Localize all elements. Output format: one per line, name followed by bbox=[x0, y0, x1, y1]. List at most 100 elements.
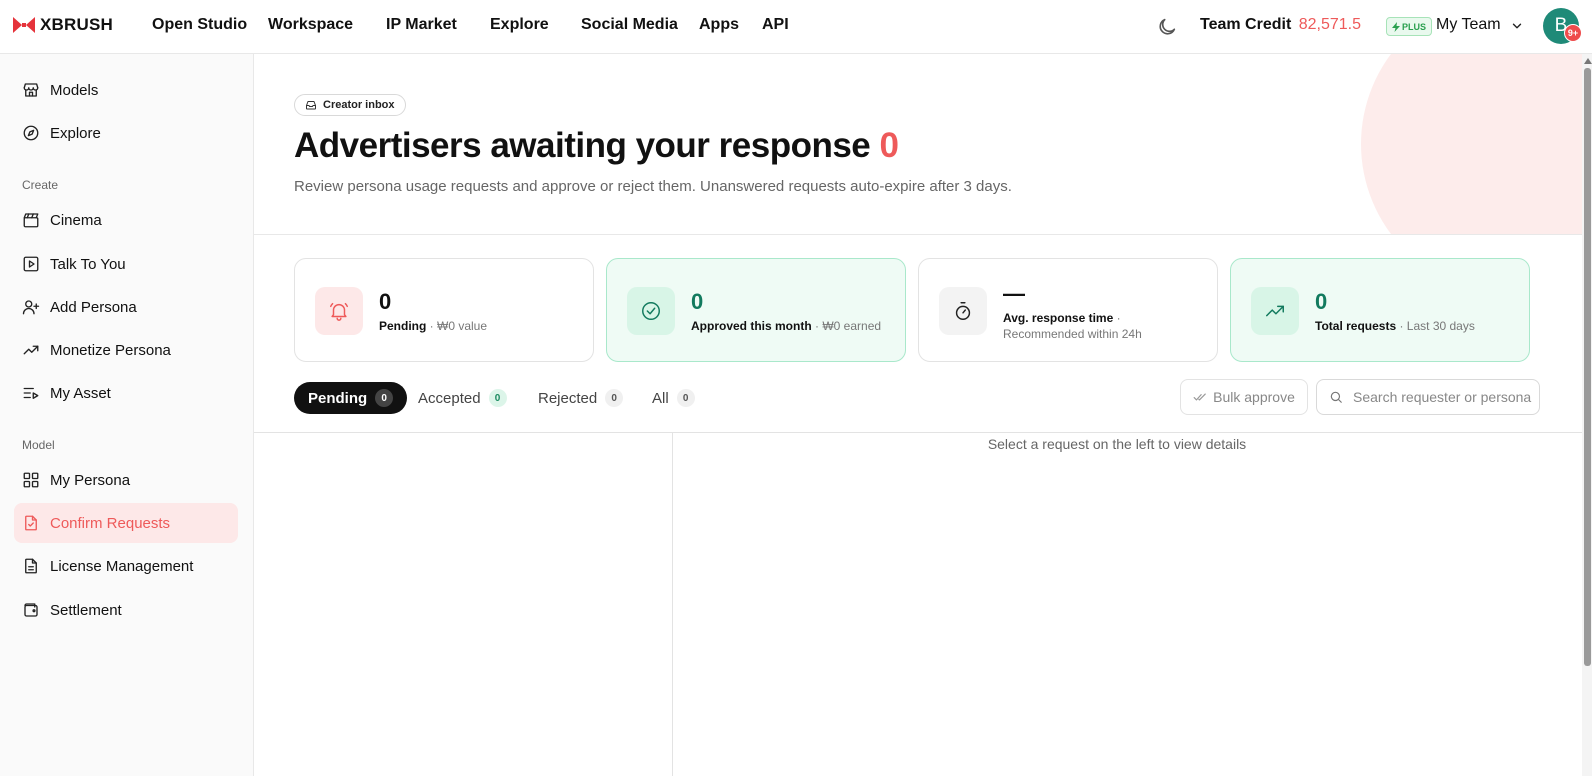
stat-card-response-time: — Avg. response time · Recommended withi… bbox=[918, 258, 1218, 362]
compass-icon bbox=[23, 125, 39, 141]
sidebar-item-settlement[interactable]: Settlement bbox=[14, 590, 238, 630]
stat-caption: Approved this month · ₩0 earned bbox=[691, 319, 881, 333]
sidebar-item-label: Settlement bbox=[50, 601, 122, 619]
decorative-circle bbox=[1361, 54, 1582, 234]
stat-icon-box bbox=[627, 287, 675, 335]
clapperboard-icon bbox=[23, 213, 39, 228]
stat-caption: Avg. response time · bbox=[1003, 311, 1121, 325]
nav-open-studio[interactable]: Open Studio bbox=[152, 16, 247, 34]
brand-logo[interactable]: XBRUSH bbox=[13, 15, 113, 35]
stat-icon-box bbox=[315, 287, 363, 335]
nav-social-media[interactable]: Social Media bbox=[581, 16, 678, 34]
sidebar-item-label: Monetize Persona bbox=[50, 341, 171, 359]
tab-count: 0 bbox=[375, 389, 394, 407]
inbox-icon bbox=[306, 101, 316, 110]
detail-empty-state: Select a request on the left to view det… bbox=[987, 436, 1247, 452]
moon-icon[interactable] bbox=[1156, 16, 1178, 38]
stat-detail: · ₩0 earned bbox=[811, 319, 882, 333]
stat-label: Total requests bbox=[1315, 319, 1397, 333]
tab-count: 0 bbox=[676, 389, 695, 407]
creator-inbox-label: Creator inbox bbox=[323, 99, 395, 111]
tab-accepted[interactable]: Accepted 0 bbox=[404, 382, 521, 414]
trending-up-icon bbox=[1266, 305, 1284, 317]
nav-api[interactable]: API bbox=[762, 16, 789, 34]
stat-caption-secondary: Recommended within 24h bbox=[1003, 327, 1142, 341]
stat-card-pending: 0 Pending · ₩0 value bbox=[294, 258, 594, 362]
sidebar-item-label: Models bbox=[50, 81, 99, 99]
sidebar-item-license-management[interactable]: License Management bbox=[14, 546, 238, 586]
team-credit-value: 82,571.5 bbox=[1298, 16, 1362, 33]
sidebar-item-label: Add Persona bbox=[50, 298, 137, 316]
hero-header: Creator inbox Advertisers awaiting your … bbox=[254, 54, 1582, 235]
nav-ip-market[interactable]: IP Market bbox=[386, 16, 457, 34]
xbrush-logo-icon bbox=[13, 17, 35, 33]
page-title: Advertisers awaiting your response 0 bbox=[294, 126, 899, 166]
list-video-icon bbox=[23, 387, 39, 399]
file-check-icon bbox=[25, 515, 37, 531]
timer-icon bbox=[955, 302, 971, 320]
stat-value: 0 bbox=[691, 289, 704, 314]
tab-rejected[interactable]: Rejected 0 bbox=[524, 382, 637, 414]
creator-inbox-chip: Creator inbox bbox=[294, 94, 406, 116]
stat-card-total-requests: 0 Total requests · Last 30 days bbox=[1230, 258, 1530, 362]
search-input[interactable] bbox=[1353, 389, 1533, 405]
stat-icon-box bbox=[1251, 287, 1299, 335]
stat-label: Avg. response time bbox=[1003, 311, 1114, 325]
stat-value: 0 bbox=[1315, 289, 1328, 314]
wallet-icon bbox=[24, 603, 38, 617]
sidebar-section-model: Model bbox=[22, 438, 55, 452]
request-list-pane bbox=[254, 433, 673, 776]
sidebar-item-label: Talk To You bbox=[50, 255, 126, 273]
sidebar-item-monetize-persona[interactable]: Monetize Persona bbox=[14, 330, 238, 370]
sidebar-item-add-persona[interactable]: Add Persona bbox=[14, 287, 238, 327]
user-plus-icon bbox=[22, 300, 40, 315]
sidebar-item-my-asset[interactable]: My Asset bbox=[14, 373, 238, 413]
sidebar-item-confirm-requests[interactable]: Confirm Requests bbox=[14, 503, 238, 543]
stat-value: — bbox=[1003, 281, 1025, 306]
sidebar-item-label: Explore bbox=[50, 124, 101, 142]
scrollbar-thumb[interactable] bbox=[1584, 68, 1591, 666]
sidebar-item-models[interactable]: Models bbox=[14, 70, 238, 110]
sidebar-item-label: Confirm Requests bbox=[50, 514, 171, 532]
file-text-icon bbox=[25, 558, 37, 574]
plan-badge: PLUS bbox=[1386, 17, 1433, 36]
nav-apps[interactable]: Apps bbox=[699, 16, 739, 34]
sidebar-section-create: Create bbox=[22, 178, 59, 192]
tab-count: 0 bbox=[605, 389, 624, 407]
page-subtitle: Review persona usage requests and approv… bbox=[294, 178, 1012, 195]
main-content: Creator inbox Advertisers awaiting your … bbox=[254, 54, 1582, 776]
bulk-approve-label: Bulk approve bbox=[1213, 389, 1295, 405]
sidebar-item-my-persona[interactable]: My Persona bbox=[14, 460, 238, 500]
sidebar: Models Explore Create Cinema Talk To You… bbox=[0, 54, 254, 776]
sidebar-item-talk-to-you[interactable]: Talk To You bbox=[14, 244, 238, 284]
store-icon bbox=[23, 83, 39, 97]
bell-ring-icon bbox=[330, 302, 348, 321]
plan-badge-label: PLUS bbox=[1402, 21, 1427, 32]
bulk-approve-button[interactable]: Bulk approve bbox=[1180, 379, 1308, 415]
notification-badge[interactable]: 9+ bbox=[1564, 24, 1582, 42]
chevron-down-icon[interactable] bbox=[1510, 19, 1524, 33]
stat-label: Approved this month bbox=[691, 319, 812, 333]
search-icon bbox=[1330, 391, 1342, 403]
sidebar-item-explore[interactable]: Explore bbox=[14, 113, 238, 153]
sidebar-item-cinema[interactable]: Cinema bbox=[14, 200, 238, 240]
double-check-icon bbox=[1193, 393, 1206, 401]
page-title-text: Advertisers awaiting your response bbox=[294, 126, 871, 165]
team-credit: Team Credit 82,571.5 bbox=[1200, 16, 1361, 34]
tab-all[interactable]: All 0 bbox=[638, 382, 709, 414]
nav-explore[interactable]: Explore bbox=[490, 16, 549, 34]
tab-pending[interactable]: Pending 0 bbox=[294, 382, 408, 414]
search-box[interactable] bbox=[1316, 379, 1540, 415]
scroll-up-arrow[interactable] bbox=[1584, 58, 1592, 64]
stat-detail: · Last 30 days bbox=[1396, 319, 1475, 333]
lightning-icon bbox=[1392, 21, 1400, 32]
sidebar-item-label: License Management bbox=[50, 557, 194, 575]
play-square-icon bbox=[23, 256, 39, 272]
nav-workspace[interactable]: Workspace bbox=[268, 16, 353, 34]
grid-icon bbox=[23, 472, 39, 488]
sidebar-item-label: My Persona bbox=[50, 471, 131, 489]
tab-label: Rejected bbox=[538, 389, 598, 407]
team-selector[interactable]: My Team bbox=[1436, 16, 1501, 34]
trending-up-icon bbox=[23, 345, 39, 355]
stat-icon-box bbox=[939, 287, 987, 335]
